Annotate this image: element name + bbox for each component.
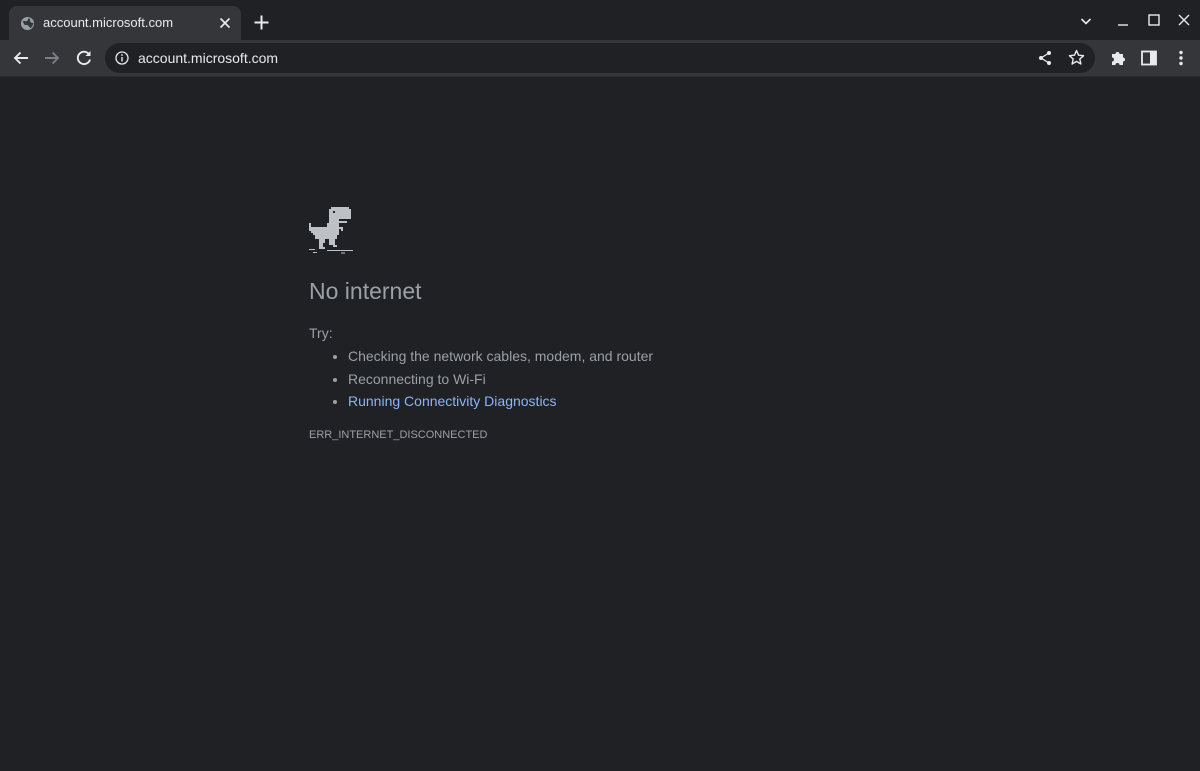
list-item: Checking the network cables, modem, and … (348, 345, 653, 368)
forward-arrow-icon[interactable] (43, 49, 61, 67)
try-label: Try: (309, 325, 333, 341)
suggestion-check-cables: Checking the network cables, modem, and … (348, 348, 654, 364)
list-item: Running Connectivity Diagnostics (348, 390, 653, 413)
address-bar[interactable]: account.microsoft.com (105, 43, 1095, 73)
error-code: ERR_INTERNET_DISCONNECTED (309, 429, 488, 441)
reload-icon[interactable] (75, 49, 93, 67)
share-icon[interactable] (1037, 50, 1053, 66)
info-icon[interactable] (115, 51, 129, 65)
suggestion-list: Checking the network cables, modem, and … (309, 345, 653, 413)
back-arrow-icon[interactable] (12, 49, 30, 67)
dinosaur-icon (309, 207, 353, 254)
tab-strip: account.microsoft.com (0, 0, 1200, 40)
page-title: No internet (309, 278, 422, 304)
chevron-down-icon[interactable] (1079, 14, 1093, 28)
close-icon[interactable] (218, 16, 232, 30)
star-icon[interactable] (1068, 49, 1085, 66)
list-item: Reconnecting to Wi-Fi (348, 368, 653, 391)
tab-account-microsoft[interactable]: account.microsoft.com (9, 6, 241, 40)
minimize-icon[interactable] (1116, 14, 1130, 28)
kebab-menu-icon[interactable] (1172, 49, 1190, 67)
url-text[interactable]: account.microsoft.com (138, 50, 278, 66)
maximize-icon[interactable] (1147, 13, 1161, 27)
globe-icon (20, 16, 35, 31)
plus-icon[interactable] (253, 14, 270, 31)
puzzle-icon[interactable] (1109, 49, 1127, 67)
suggestion-reconnect-wifi: Reconnecting to Wi-Fi (348, 370, 486, 387)
connectivity-diagnostics-link[interactable]: Running Connectivity Diagnostics (348, 393, 557, 409)
tab-title: account.microsoft.com (43, 15, 174, 30)
browser-toolbar: account.microsoft.com (0, 40, 1200, 77)
window-close-icon[interactable] (1177, 13, 1191, 27)
side-panel-icon[interactable] (1140, 49, 1158, 67)
